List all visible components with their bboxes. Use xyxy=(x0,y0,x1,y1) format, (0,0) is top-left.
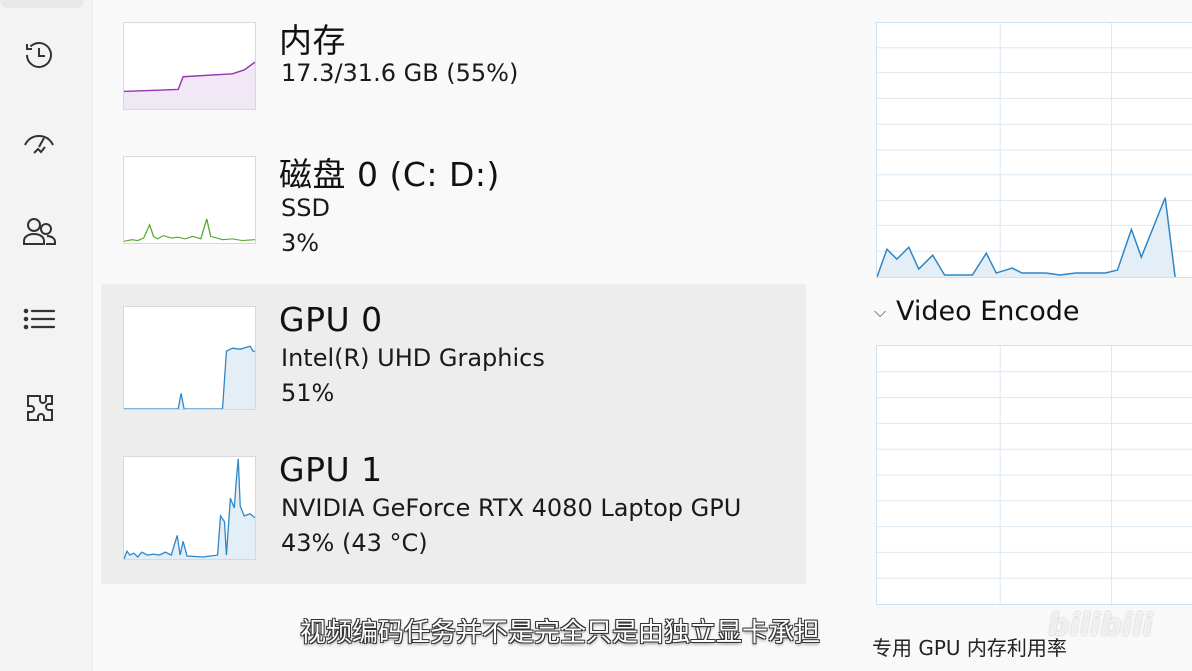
bilibili-watermark: bilibili xyxy=(1048,608,1153,643)
memory-usage: 17.3/31.6 GB (55%) xyxy=(281,59,519,87)
startup-apps-icon[interactable] xyxy=(17,120,61,164)
services-icon[interactable] xyxy=(17,387,61,431)
dedicated-gpu-memory-label: 专用 GPU 内存利用率 xyxy=(872,636,1067,660)
gpu1-thumbnail-graph xyxy=(123,456,256,560)
nav-item-performance-indicator[interactable] xyxy=(0,0,84,8)
nav-sidebar xyxy=(0,0,93,671)
disk-thumbnail-graph xyxy=(123,156,256,244)
gpu-detail-pane: ⌵ Video Encode 专用 GPU 内存利用率 xyxy=(840,0,1192,671)
perf-item-gpu-1[interactable]: GPU 1 NVIDIA GeForce RTX 4080 Laptop GPU… xyxy=(101,434,806,584)
history-icon[interactable] xyxy=(17,33,61,77)
perf-item-gpu-0[interactable]: GPU 0 Intel(R) UHD Graphics 51% xyxy=(101,284,806,434)
memory-title: 内存 xyxy=(279,21,346,60)
users-icon[interactable] xyxy=(17,210,61,254)
gpu0-name: Intel(R) UHD Graphics xyxy=(281,344,545,372)
memory-thumbnail-graph xyxy=(123,22,256,110)
video-encode-header[interactable]: ⌵ Video Encode xyxy=(874,296,1080,327)
gpu1-usage-temp: 43% (43 °C) xyxy=(281,529,428,557)
perf-item-memory[interactable]: 内存 17.3/31.6 GB (55%) xyxy=(101,0,806,150)
gpu0-title: GPU 0 xyxy=(279,300,383,339)
disk-title: 磁盘 0 (C: D:) xyxy=(279,155,500,194)
video-encode-title: Video Encode xyxy=(896,296,1080,327)
gpu0-usage: 51% xyxy=(281,379,335,407)
video-subtitle: 视频编码任务并不是完全只是由独立显卡承担 xyxy=(300,618,821,648)
disk-type: SSD xyxy=(281,194,330,222)
video-encode-graph xyxy=(876,345,1192,605)
gpu0-thumbnail-graph xyxy=(123,306,256,410)
disk-usage: 3% xyxy=(281,229,320,257)
details-list-icon[interactable] xyxy=(17,297,61,341)
gpu1-name: NVIDIA GeForce RTX 4080 Laptop GPU xyxy=(281,494,742,522)
perf-item-disk[interactable]: 磁盘 0 (C: D:) SSD 3% xyxy=(101,134,806,284)
performance-list: 内存 17.3/31.6 GB (55%) 磁盘 0 (C: D:) SSD 3… xyxy=(93,0,833,671)
chevron-down-icon[interactable]: ⌵ xyxy=(874,302,896,322)
gpu-engine-graph xyxy=(876,22,1192,278)
gpu1-title: GPU 1 xyxy=(279,450,383,489)
